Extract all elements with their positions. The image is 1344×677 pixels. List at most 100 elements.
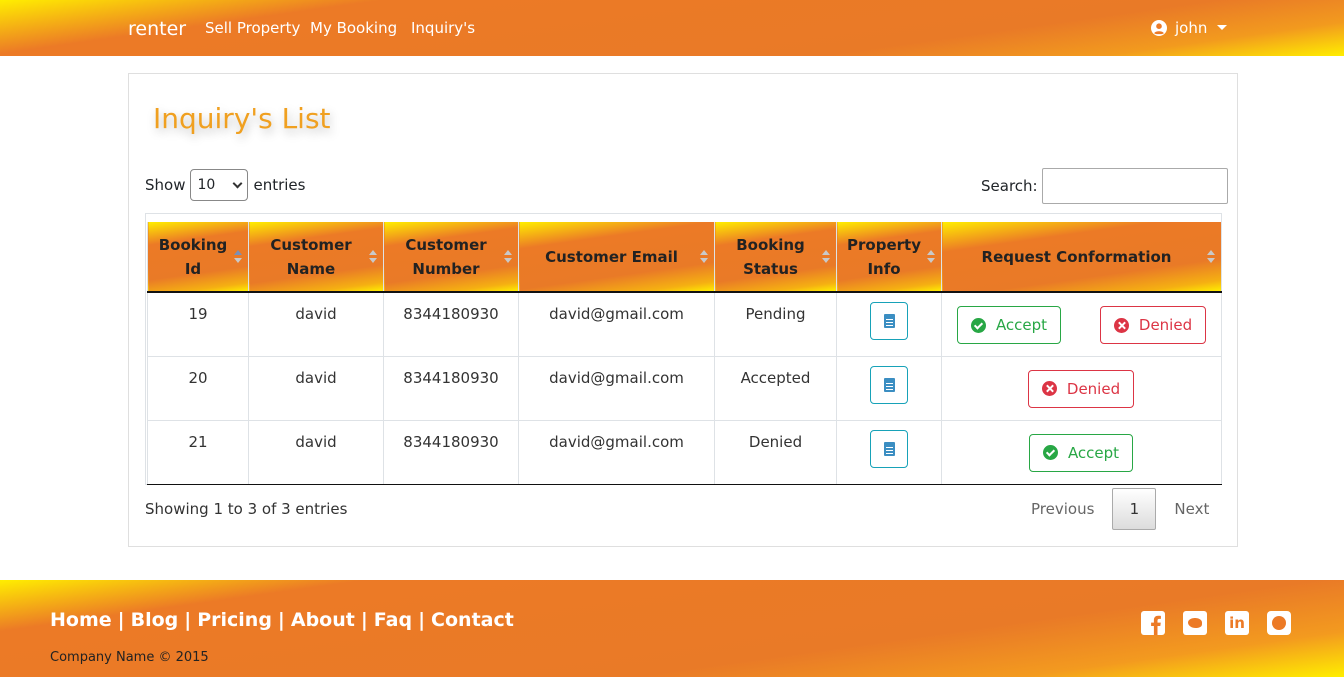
chevron-down-icon — [233, 178, 243, 188]
footer-link-contact[interactable]: Contact — [431, 609, 514, 631]
entries-select[interactable]: 10 — [190, 169, 249, 201]
column-header-customer-name[interactable]: Customer Name — [248, 222, 384, 293]
sort-icon — [822, 250, 830, 264]
site-footer: Home | Blog | Pricing | About | Faq | Co… — [0, 580, 1344, 677]
table-row: 20 david 8344180930 david@gmail.com Acce… — [147, 355, 1222, 421]
property-info-cell — [836, 355, 942, 421]
customer-number-cell: 8344180930 — [383, 419, 519, 485]
customer-number-cell: 8344180930 — [383, 355, 519, 421]
request-conformation-cell: Denied — [941, 355, 1222, 421]
column-header-booking-status[interactable]: Booking Status — [714, 222, 837, 293]
nav-link-sell-property[interactable]: Sell Property — [205, 19, 300, 37]
booking-id-cell: 21 — [147, 419, 249, 485]
denied-button[interactable]: Denied — [1100, 306, 1206, 344]
column-header-booking-id[interactable]: Booking Id — [147, 222, 249, 293]
sort-icon — [369, 250, 377, 264]
user-circle-icon — [1151, 20, 1167, 36]
table-row: 19 david 8344180930 david@gmail.com Pend… — [147, 291, 1222, 357]
footer-link-faq[interactable]: Faq — [374, 609, 412, 631]
table-info-text: Showing 1 to 3 of 3 entries — [145, 500, 348, 518]
booking-status-cell: Denied — [714, 419, 837, 485]
github-icon[interactable] — [1267, 611, 1291, 635]
pagination-page-1[interactable]: 1 — [1112, 488, 1157, 530]
top-navbar: renter Sell Property My Booking Inquiry'… — [0, 0, 1344, 56]
footer-link-pricing[interactable]: Pricing — [197, 609, 272, 631]
table-row: 21 david 8344180930 david@gmail.com Deni… — [147, 419, 1222, 485]
search-label: Search: — [981, 177, 1038, 195]
footer-links: Home | Blog | Pricing | About | Faq | Co… — [50, 609, 514, 631]
sort-icon — [1207, 250, 1215, 264]
property-info-cell — [836, 291, 942, 357]
footer-separator: | — [418, 609, 426, 631]
property-info-cell — [836, 419, 942, 485]
footer-separator: | — [277, 609, 285, 631]
booking-id-cell: 20 — [147, 355, 249, 421]
sort-icon — [700, 250, 708, 264]
brand-logo[interactable]: renter — [128, 18, 186, 40]
inquiry-table-wrapper: Booking Id Customer Name Customer Number… — [145, 213, 1222, 485]
sort-icon — [927, 250, 935, 264]
search-input[interactable] — [1041, 168, 1228, 204]
social-links: in — [1141, 611, 1291, 635]
nav-link-inquirys[interactable]: Inquiry's — [411, 19, 475, 37]
footer-separator: | — [117, 609, 125, 631]
document-icon — [884, 441, 895, 456]
booking-status-cell: Pending — [714, 291, 837, 357]
document-icon — [884, 377, 895, 392]
customer-name-cell: david — [248, 419, 384, 485]
linkedin-icon[interactable]: in — [1225, 611, 1249, 635]
customer-number-cell: 8344180930 — [383, 291, 519, 357]
footer-link-blog[interactable]: Blog — [131, 609, 179, 631]
request-conformation-cell: Accept — [941, 419, 1222, 485]
customer-email-cell: david@gmail.com — [518, 291, 715, 357]
inquiry-table: Booking Id Customer Name Customer Number… — [147, 222, 1222, 485]
denied-label: Denied — [1138, 316, 1193, 334]
booking-id-cell: 19 — [147, 291, 249, 357]
facebook-icon[interactable] — [1141, 611, 1165, 635]
entries-length-control: Show 10 entries — [145, 169, 305, 201]
entries-label: entries — [253, 176, 306, 194]
search-control: Search: — [981, 168, 1228, 204]
sort-icon — [504, 250, 512, 264]
accept-label: Accept — [1067, 443, 1120, 462]
footer-separator: | — [360, 609, 368, 631]
column-header-request-conformation[interactable]: Request Conformation — [941, 222, 1222, 293]
request-conformation-cell: Accept Denied — [941, 291, 1222, 357]
footer-link-about[interactable]: About — [291, 609, 355, 631]
x-circle-icon — [1113, 317, 1129, 333]
pagination: Previous 1 Next — [1017, 488, 1223, 530]
booking-status-cell: Accepted — [714, 355, 837, 421]
customer-name-cell: david — [248, 291, 384, 357]
check-circle-icon — [1042, 445, 1058, 460]
document-icon — [884, 313, 895, 328]
customer-name-cell: david — [248, 355, 384, 421]
twitter-icon[interactable] — [1183, 611, 1207, 635]
property-info-button[interactable] — [870, 301, 908, 340]
show-label: Show — [145, 176, 186, 194]
accept-label: Accept — [995, 316, 1048, 334]
denied-button[interactable]: Denied — [1028, 369, 1134, 408]
table-header-row: Booking Id Customer Name Customer Number… — [147, 222, 1222, 293]
copyright-text: Company Name © 2015 — [50, 650, 209, 665]
user-name: john — [1175, 19, 1208, 37]
footer-separator: | — [184, 609, 192, 631]
denied-label: Denied — [1066, 379, 1121, 398]
page-title: Inquiry's List — [153, 102, 331, 135]
column-header-customer-email[interactable]: Customer Email — [518, 222, 715, 293]
property-info-button[interactable] — [870, 365, 908, 404]
customer-email-cell: david@gmail.com — [518, 419, 715, 485]
footer-link-home[interactable]: Home — [50, 609, 112, 631]
sort-ascending-icon — [234, 250, 242, 264]
user-menu[interactable]: john — [1151, 19, 1228, 37]
customer-email-cell: david@gmail.com — [518, 355, 715, 421]
column-header-property-info[interactable]: Property Info — [836, 222, 942, 293]
accept-button[interactable]: Accept — [957, 306, 1061, 344]
check-circle-icon — [970, 317, 986, 333]
entries-select-value: 10 — [197, 177, 216, 193]
pagination-previous[interactable]: Previous — [1017, 488, 1108, 530]
accept-button[interactable]: Accept — [1029, 433, 1133, 472]
column-header-customer-number[interactable]: Customer Number — [383, 222, 519, 293]
nav-link-my-booking[interactable]: My Booking — [310, 19, 397, 37]
property-info-button[interactable] — [870, 429, 908, 468]
pagination-next[interactable]: Next — [1160, 488, 1223, 530]
